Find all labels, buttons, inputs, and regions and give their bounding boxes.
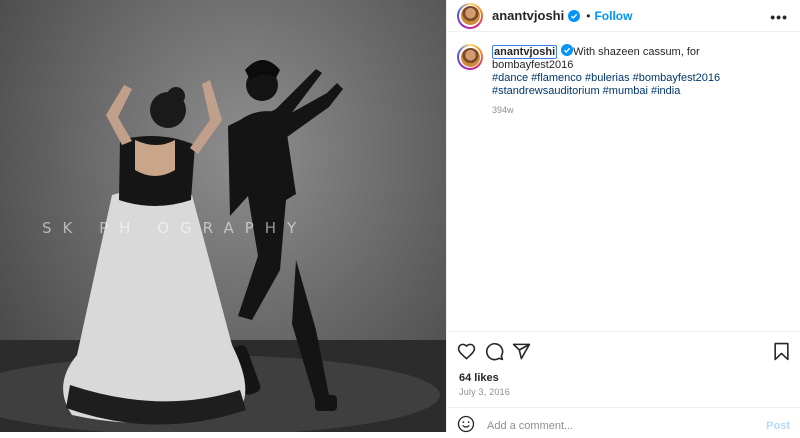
like-count[interactable]: 64 likes xyxy=(459,372,499,384)
hashtags-line-1[interactable]: #dance #flamenco #bulerias #bombayfest20… xyxy=(492,72,720,84)
comment-icon[interactable] xyxy=(485,342,504,366)
post-age[interactable]: 394w xyxy=(492,104,782,117)
post-header: anantvjoshi • Follow ••• xyxy=(447,0,800,32)
comment-bar: Add a comment... Post xyxy=(457,415,790,435)
caption-verified-badge-icon xyxy=(561,44,574,56)
dancers-photo-art xyxy=(0,60,446,432)
post-date: July 3, 2016 xyxy=(459,387,510,397)
separator-dot: • xyxy=(586,8,591,23)
avatar[interactable] xyxy=(457,2,483,29)
emoji-icon[interactable] xyxy=(457,415,475,438)
follow-button[interactable]: Follow xyxy=(594,9,632,23)
post-view: SK PH OGRAPHY anantvjoshi • Follow ••• a… xyxy=(0,0,800,435)
bookmark-icon[interactable] xyxy=(773,342,790,366)
divider xyxy=(447,331,800,332)
comment-input[interactable]: Add a comment... xyxy=(487,420,573,432)
caption-body: anantvjoshi With shazeen cassum, for bom… xyxy=(492,44,782,117)
action-bar xyxy=(457,342,790,362)
caption-avatar[interactable] xyxy=(457,44,483,70)
share-icon[interactable] xyxy=(512,342,531,366)
post-comment-button[interactable]: Post xyxy=(766,420,790,432)
divider xyxy=(447,407,800,408)
hashtags-line-2[interactable]: #standrewsauditorium #mumbai #india xyxy=(492,85,680,97)
post-photo[interactable]: SK PH OGRAPHY xyxy=(0,0,446,432)
caption-username-link[interactable]: anantvjoshi xyxy=(492,45,558,59)
photo-watermark: SK PH OGRAPHY xyxy=(42,219,308,237)
more-options-icon[interactable]: ••• xyxy=(770,9,788,25)
post-side-panel: anantvjoshi • Follow ••• anantvjoshi Wit… xyxy=(446,0,800,435)
verified-badge-icon xyxy=(568,9,581,22)
heart-icon[interactable] xyxy=(457,342,476,366)
username-link[interactable]: anantvjoshi xyxy=(492,8,564,23)
caption: anantvjoshi With shazeen cassum, for bom… xyxy=(457,44,790,117)
